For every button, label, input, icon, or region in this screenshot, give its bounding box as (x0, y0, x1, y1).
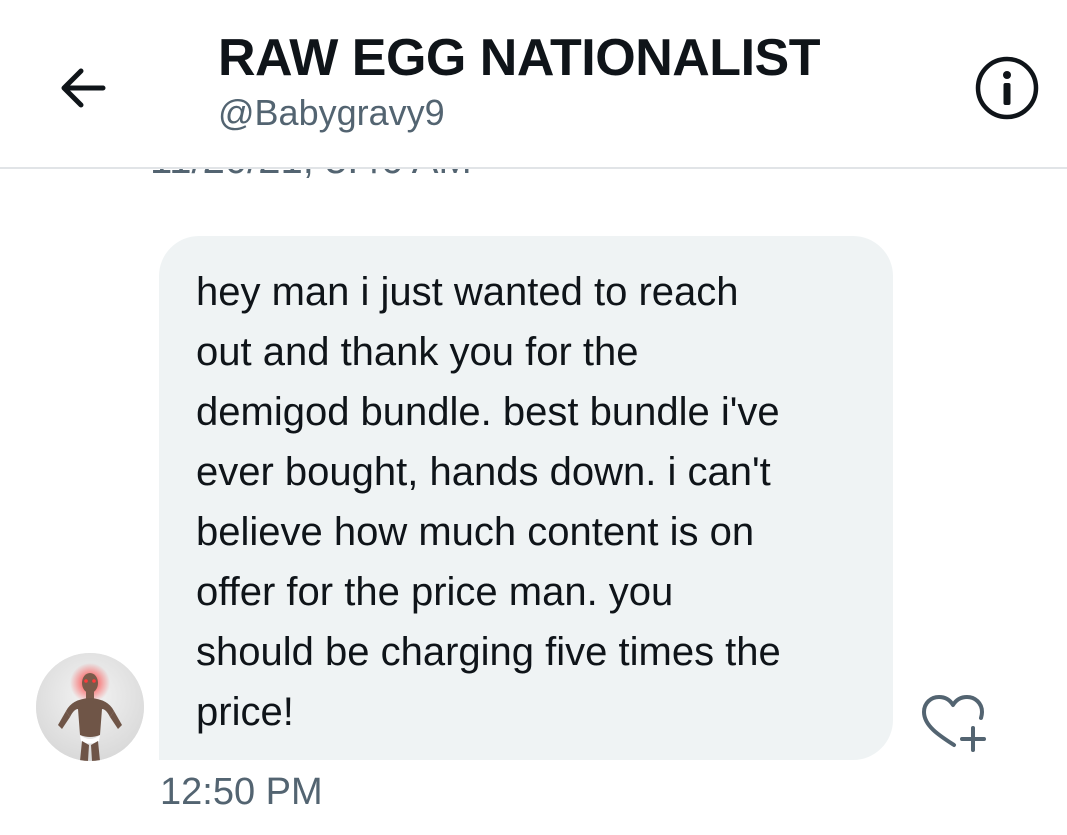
message-timestamp: 12:50 PM (160, 771, 323, 813)
info-button[interactable] (972, 53, 1042, 123)
heart-plus-icon (922, 695, 986, 752)
add-reaction-button[interactable] (918, 692, 988, 756)
conversation-header: RAW EGG NATIONALIST @Babygravy9 (0, 0, 1067, 169)
info-circle-icon (975, 56, 1039, 120)
message-text: hey man i just wanted to reach out and t… (196, 270, 781, 734)
avatar[interactable] (36, 653, 144, 761)
message-bubble[interactable]: hey man i just wanted to reach out and t… (159, 236, 893, 760)
avatar-image (36, 653, 144, 761)
conversation-title: RAW EGG NATIONALIST (218, 29, 820, 87)
arrow-left-icon (61, 68, 106, 108)
conversation-handle: @Babygravy9 (218, 92, 445, 133)
back-button[interactable] (50, 54, 116, 120)
